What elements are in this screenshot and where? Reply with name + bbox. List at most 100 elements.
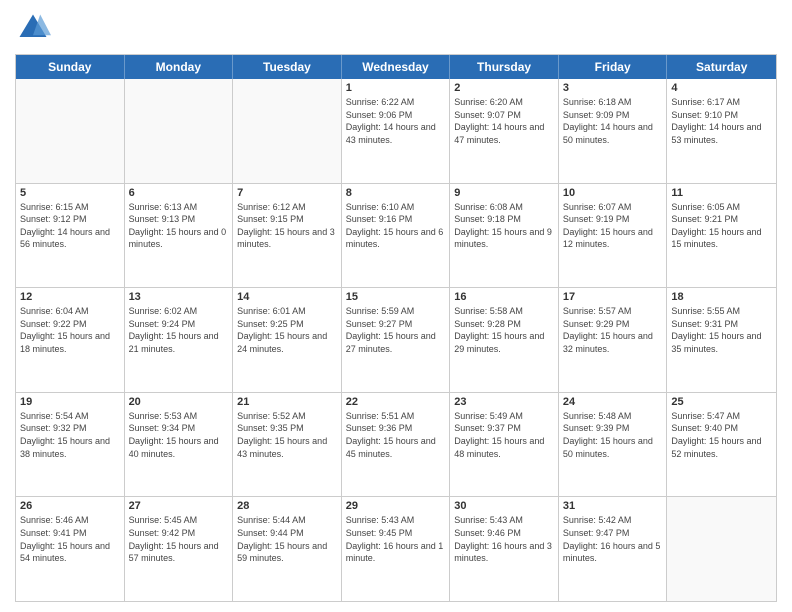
day-number: 21 [237,396,337,408]
day-number: 23 [454,396,554,408]
calendar-cell: 7 Sunrise: 6:12 AMSunset: 9:15 PMDaylight… [233,184,342,288]
day-info: Sunrise: 5:53 AMSunset: 9:34 PMDaylight:… [129,410,229,460]
logo [15,10,55,46]
day-info: Sunrise: 5:44 AMSunset: 9:44 PMDaylight:… [237,514,337,564]
day-number: 29 [346,500,446,512]
day-number: 8 [346,187,446,199]
calendar-cell: 11Sunrise: 6:05 AMSunset: 9:21 PMDayligh… [667,184,776,288]
day-info: Sunrise: 5:46 AMSunset: 9:41 PMDaylight:… [20,514,120,564]
day-number: 1 [346,82,446,94]
day-number: 9 [454,187,554,199]
calendar-cell: 5Sunrise: 6:15 AMSunset: 9:12 PMDaylight… [16,184,125,288]
day-number: 18 [671,291,772,303]
calendar-cell: 26 Sunrise: 5:46 AMSunset: 9:41 PMDayligh… [16,497,125,601]
calendar-cell: 17 Sunrise: 5:57 AMSunset: 9:29 PMDayligh… [559,288,668,392]
calendar-cell: 24 Sunrise: 5:48 AMSunset: 9:39 PMDayligh… [559,393,668,497]
calendar-cell: 1Sunrise: 6:22 AMSunset: 9:06 PMDaylight… [342,79,451,183]
day-info: Sunrise: 6:17 AMSunset: 9:10 PMDaylight:… [671,96,772,146]
calendar-body: 1Sunrise: 6:22 AMSunset: 9:06 PMDaylight… [16,79,776,601]
calendar-row: 1Sunrise: 6:22 AMSunset: 9:06 PMDaylight… [16,79,776,183]
cal-header-cell: Friday [559,55,668,79]
cal-header-cell: Thursday [450,55,559,79]
cal-header-cell: Sunday [16,55,125,79]
calendar-cell: 6Sunrise: 6:13 AMSunset: 9:13 PMDaylight… [125,184,234,288]
calendar-row: 26 Sunrise: 5:46 AMSunset: 9:41 PMDayligh… [16,496,776,601]
day-number: 10 [563,187,663,199]
day-number: 24 [563,396,663,408]
day-number: 19 [20,396,120,408]
day-info: Sunrise: 5:48 AMSunset: 9:39 PMDaylight:… [563,410,663,460]
calendar-cell [16,79,125,183]
calendar-cell [667,497,776,601]
day-number: 11 [671,187,772,199]
calendar-cell: 16Sunrise: 5:58 AMSunset: 9:28 PMDayligh… [450,288,559,392]
day-number: 5 [20,187,120,199]
day-number: 16 [454,291,554,303]
day-info: Sunrise: 6:01 AMSunset: 9:25 PMDaylight:… [237,305,337,355]
day-info: Sunrise: 6:12 AMSunset: 9:15 PMDaylight:… [237,201,337,251]
cal-header-cell: Tuesday [233,55,342,79]
calendar-cell: 10 Sunrise: 6:07 AMSunset: 9:19 PMDayligh… [559,184,668,288]
day-number: 13 [129,291,229,303]
calendar-cell: 18 Sunrise: 5:55 AMSunset: 9:31 PMDayligh… [667,288,776,392]
day-number: 14 [237,291,337,303]
calendar-header: SundayMondayTuesdayWednesdayThursdayFrid… [16,55,776,79]
calendar-cell: 29 Sunrise: 5:43 AMSunset: 9:45 PMDayligh… [342,497,451,601]
day-number: 15 [346,291,446,303]
day-number: 25 [671,396,772,408]
header [15,10,777,46]
calendar-cell: 9 Sunrise: 6:08 AMSunset: 9:18 PMDaylight… [450,184,559,288]
day-number: 30 [454,500,554,512]
day-number: 3 [563,82,663,94]
calendar-cell: 4 Sunrise: 6:17 AMSunset: 9:10 PMDaylight… [667,79,776,183]
calendar-cell: 12 Sunrise: 6:04 AMSunset: 9:22 PMDayligh… [16,288,125,392]
calendar: SundayMondayTuesdayWednesdayThursdayFrid… [15,54,777,602]
calendar-cell: 25 Sunrise: 5:47 AMSunset: 9:40 PMDayligh… [667,393,776,497]
day-info: Sunrise: 5:47 AMSunset: 9:40 PMDaylight:… [671,410,772,460]
calendar-cell: 27Sunrise: 5:45 AMSunset: 9:42 PMDayligh… [125,497,234,601]
day-info: Sunrise: 5:59 AMSunset: 9:27 PMDaylight:… [346,305,446,355]
calendar-row: 5Sunrise: 6:15 AMSunset: 9:12 PMDaylight… [16,183,776,288]
day-number: 12 [20,291,120,303]
cal-header-cell: Saturday [667,55,776,79]
day-number: 20 [129,396,229,408]
day-number: 2 [454,82,554,94]
page: SundayMondayTuesdayWednesdayThursdayFrid… [0,0,792,612]
calendar-cell: 22Sunrise: 5:51 AMSunset: 9:36 PMDayligh… [342,393,451,497]
calendar-row: 19Sunrise: 5:54 AMSunset: 9:32 PMDayligh… [16,392,776,497]
calendar-cell: 15 Sunrise: 5:59 AMSunset: 9:27 PMDayligh… [342,288,451,392]
day-number: 17 [563,291,663,303]
day-number: 27 [129,500,229,512]
day-number: 31 [563,500,663,512]
calendar-cell: 13Sunrise: 6:02 AMSunset: 9:24 PMDayligh… [125,288,234,392]
calendar-cell: 21 Sunrise: 5:52 AMSunset: 9:35 PMDayligh… [233,393,342,497]
calendar-cell: 8 Sunrise: 6:10 AMSunset: 9:16 PMDaylight… [342,184,451,288]
day-number: 26 [20,500,120,512]
day-info: Sunrise: 6:08 AMSunset: 9:18 PMDaylight:… [454,201,554,251]
day-number: 7 [237,187,337,199]
day-number: 6 [129,187,229,199]
day-number: 22 [346,396,446,408]
calendar-cell: 19Sunrise: 5:54 AMSunset: 9:32 PMDayligh… [16,393,125,497]
day-info: Sunrise: 5:49 AMSunset: 9:37 PMDaylight:… [454,410,554,460]
calendar-cell: 30Sunrise: 5:43 AMSunset: 9:46 PMDayligh… [450,497,559,601]
day-info: Sunrise: 5:57 AMSunset: 9:29 PMDaylight:… [563,305,663,355]
day-info: Sunrise: 6:20 AMSunset: 9:07 PMDaylight:… [454,96,554,146]
day-number: 28 [237,500,337,512]
calendar-cell: 3Sunrise: 6:18 AMSunset: 9:09 PMDaylight… [559,79,668,183]
calendar-cell: 14 Sunrise: 6:01 AMSunset: 9:25 PMDayligh… [233,288,342,392]
day-number: 4 [671,82,772,94]
day-info: Sunrise: 6:10 AMSunset: 9:16 PMDaylight:… [346,201,446,251]
cal-header-cell: Monday [125,55,234,79]
day-info: Sunrise: 5:42 AMSunset: 9:47 PMDaylight:… [563,514,663,564]
calendar-cell: 28 Sunrise: 5:44 AMSunset: 9:44 PMDayligh… [233,497,342,601]
day-info: Sunrise: 6:07 AMSunset: 9:19 PMDaylight:… [563,201,663,251]
calendar-cell: 2 Sunrise: 6:20 AMSunset: 9:07 PMDaylight… [450,79,559,183]
day-info: Sunrise: 6:04 AMSunset: 9:22 PMDaylight:… [20,305,120,355]
day-info: Sunrise: 5:43 AMSunset: 9:45 PMDaylight:… [346,514,446,564]
day-info: Sunrise: 5:55 AMSunset: 9:31 PMDaylight:… [671,305,772,355]
day-info: Sunrise: 5:52 AMSunset: 9:35 PMDaylight:… [237,410,337,460]
calendar-row: 12 Sunrise: 6:04 AMSunset: 9:22 PMDayligh… [16,287,776,392]
calendar-cell: 31 Sunrise: 5:42 AMSunset: 9:47 PMDayligh… [559,497,668,601]
logo-icon [15,10,51,46]
